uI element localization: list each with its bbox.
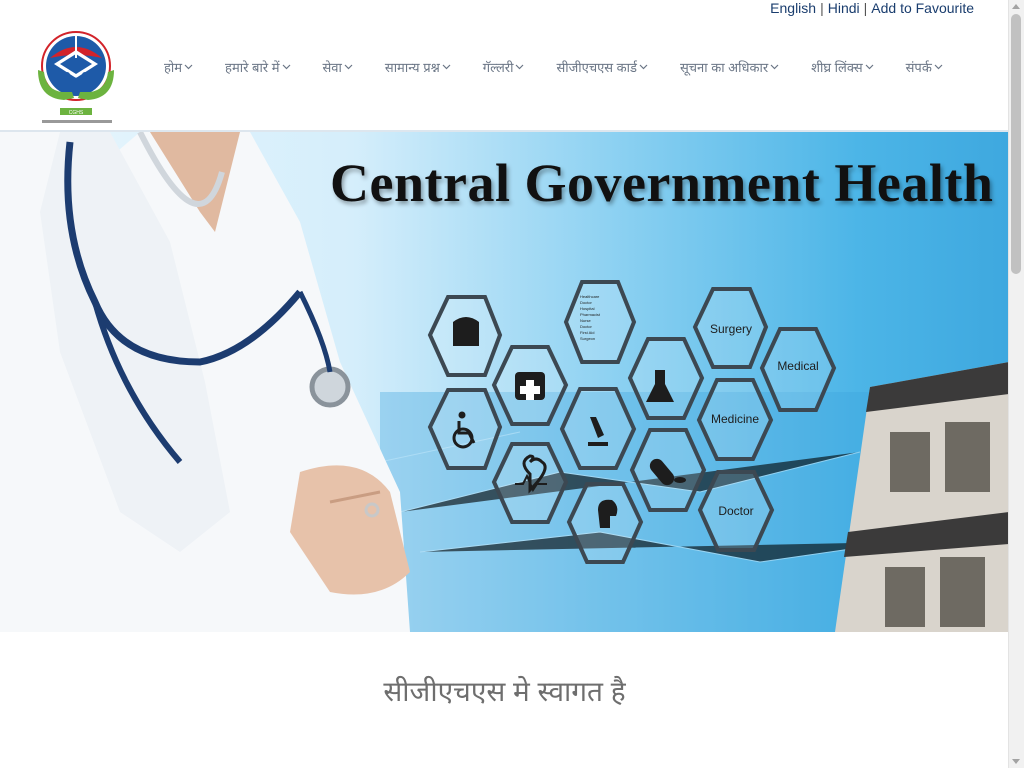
nav-item-label: गॅल्लरी <box>482 60 514 75</box>
separator: | <box>863 0 868 16</box>
page: English | Hindi | Add to Favourite CGHS होम <box>0 0 1009 768</box>
logo-tagline <box>42 120 112 123</box>
nav-item-label: सामान्य प्रश्न <box>384 60 440 75</box>
chevron-down-icon <box>770 64 779 70</box>
chevron-down-icon <box>516 64 524 70</box>
scroll-up-arrow-icon[interactable] <box>1012 4 1020 9</box>
svg-text:First Aid: First Aid <box>580 330 594 335</box>
chevron-down-icon <box>184 64 193 70</box>
nav-item-faq[interactable]: सामान्य प्रश्न <box>385 58 451 76</box>
scroll-down-arrow-icon[interactable] <box>1012 759 1020 764</box>
logo-family-head <box>82 72 88 78</box>
nav-item-label: सूचना का अधिकार <box>679 60 769 75</box>
hero-banner: Surgery Medical Medicine Doctor Healthca… <box>0 132 1009 632</box>
chevron-down-icon <box>865 64 874 70</box>
welcome-heading: सीजीएचएस मे स्वागत है <box>383 676 626 707</box>
svg-text:Surgeon: Surgeon <box>580 336 595 341</box>
vertical-scrollbar[interactable] <box>1008 0 1024 768</box>
medical-label: Medical <box>777 359 818 373</box>
nurse-icon <box>453 317 479 346</box>
chevron-down-icon <box>639 64 648 70</box>
banner-title: Central Government Health Scheme <box>330 153 1009 213</box>
nav-item-about[interactable]: हमारे बारे में <box>225 58 290 76</box>
svg-text:Pharmacist: Pharmacist <box>580 312 601 317</box>
nav-item-home[interactable]: होम <box>164 58 193 76</box>
nav-item-label: होम <box>164 60 183 75</box>
flask-hexagon <box>627 337 705 420</box>
surgery-label: Surgery <box>710 322 752 336</box>
add-to-favourite-link[interactable]: Add to Favourite <box>871 0 974 16</box>
nav-item-label: हमारे बारे में <box>225 60 280 75</box>
english-link[interactable]: English <box>770 0 816 16</box>
nav-item-label: सीजीएचएस कार्ड <box>556 60 637 75</box>
nav-item-rti[interactable]: सूचना का अधिकार <box>680 58 779 76</box>
hindi-link[interactable]: Hindi <box>828 0 860 16</box>
chevron-down-icon <box>282 64 290 70</box>
separator: | <box>820 0 824 16</box>
main-nav: होम हमारे बारे में सेवा सामान्य प्रश्न ग… <box>150 58 943 76</box>
chevron-down-icon <box>442 64 451 70</box>
nav-item-label: शीघ्र लिंक्स <box>811 60 863 75</box>
svg-text:Healthcare: Healthcare <box>580 294 600 299</box>
svg-text:Doctor: Doctor <box>580 300 592 305</box>
logo-family-head <box>73 77 79 83</box>
svg-text:Nurse: Nurse <box>580 318 591 323</box>
logo-family-head <box>64 72 70 78</box>
list-hexagon <box>563 280 637 364</box>
nav-item-services[interactable]: सेवा <box>323 58 353 76</box>
nav-item-gallery[interactable]: गॅल्लरी <box>483 58 525 76</box>
site-header: English | Hindi | Add to Favourite CGHS होम <box>0 0 1009 132</box>
scroll-thumb[interactable] <box>1011 14 1021 274</box>
wheelchair-icon <box>458 411 466 419</box>
nav-item-label: संपर्क <box>905 60 932 75</box>
svg-text:Hospital: Hospital <box>580 306 595 311</box>
svg-text:Doctor: Doctor <box>580 324 592 329</box>
cghs-logo[interactable]: CGHS <box>36 28 118 128</box>
top-links: English | Hindi | Add to Favourite <box>770 0 974 20</box>
chevron-down-icon <box>344 64 353 70</box>
nav-item-label: सेवा <box>322 60 342 75</box>
chevron-down-icon <box>934 64 943 70</box>
medicine-label: Medicine <box>711 412 759 426</box>
doctor-label: Doctor <box>718 504 753 518</box>
nav-item-quick-links[interactable]: शीघ्र लिंक्स <box>811 58 874 76</box>
nav-item-contact[interactable]: संपर्क <box>906 58 943 76</box>
logo-badge-text: CGHS <box>69 110 84 116</box>
nav-item-cghs-card[interactable]: सीजीएचएस कार्ड <box>556 58 648 76</box>
